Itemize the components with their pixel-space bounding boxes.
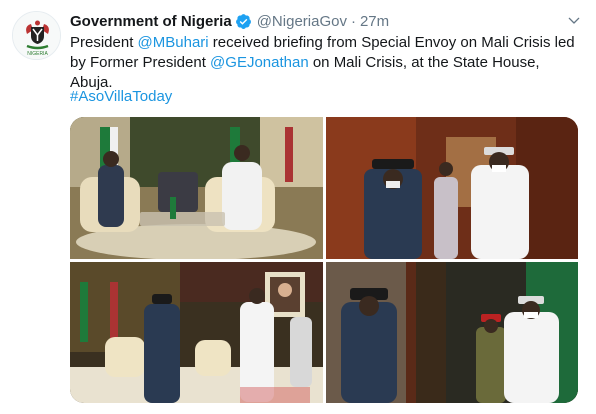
separator-dot: · — [350, 12, 356, 30]
photo-3-image — [70, 262, 323, 403]
photo-2[interactable] — [326, 117, 578, 259]
timestamp[interactable]: 27m — [360, 13, 389, 30]
tweet-text-part: President — [70, 34, 138, 51]
media-grid — [70, 117, 578, 403]
photo-4[interactable] — [326, 262, 578, 403]
tweet-text: President @MBuhari received briefing fro… — [70, 33, 582, 93]
hashtag-asovillatoday[interactable]: #AsoVillaToday — [70, 87, 172, 107]
tweet-header: Government of Nigeria @NigeriaGov · 27m — [70, 10, 584, 32]
chevron-down-icon[interactable] — [566, 13, 582, 29]
verified-badge-icon — [235, 13, 251, 29]
mention-mbuhari[interactable]: @MBuhari — [138, 34, 209, 51]
handle[interactable]: @NigeriaGov — [257, 13, 347, 30]
photo-4-image — [326, 262, 578, 403]
avatar[interactable]: NIGERIA — [12, 11, 61, 60]
photo-1[interactable] — [70, 117, 323, 259]
mention-gejonathan[interactable]: @GEJonathan — [210, 54, 309, 71]
display-name[interactable]: Government of Nigeria — [70, 13, 232, 30]
avatar-caption: NIGERIA — [27, 51, 48, 57]
photo-1-image — [70, 117, 323, 259]
photo-2-image — [326, 117, 578, 259]
coat-of-arms-icon: NIGERIA — [13, 12, 60, 59]
photo-3[interactable] — [70, 262, 323, 403]
